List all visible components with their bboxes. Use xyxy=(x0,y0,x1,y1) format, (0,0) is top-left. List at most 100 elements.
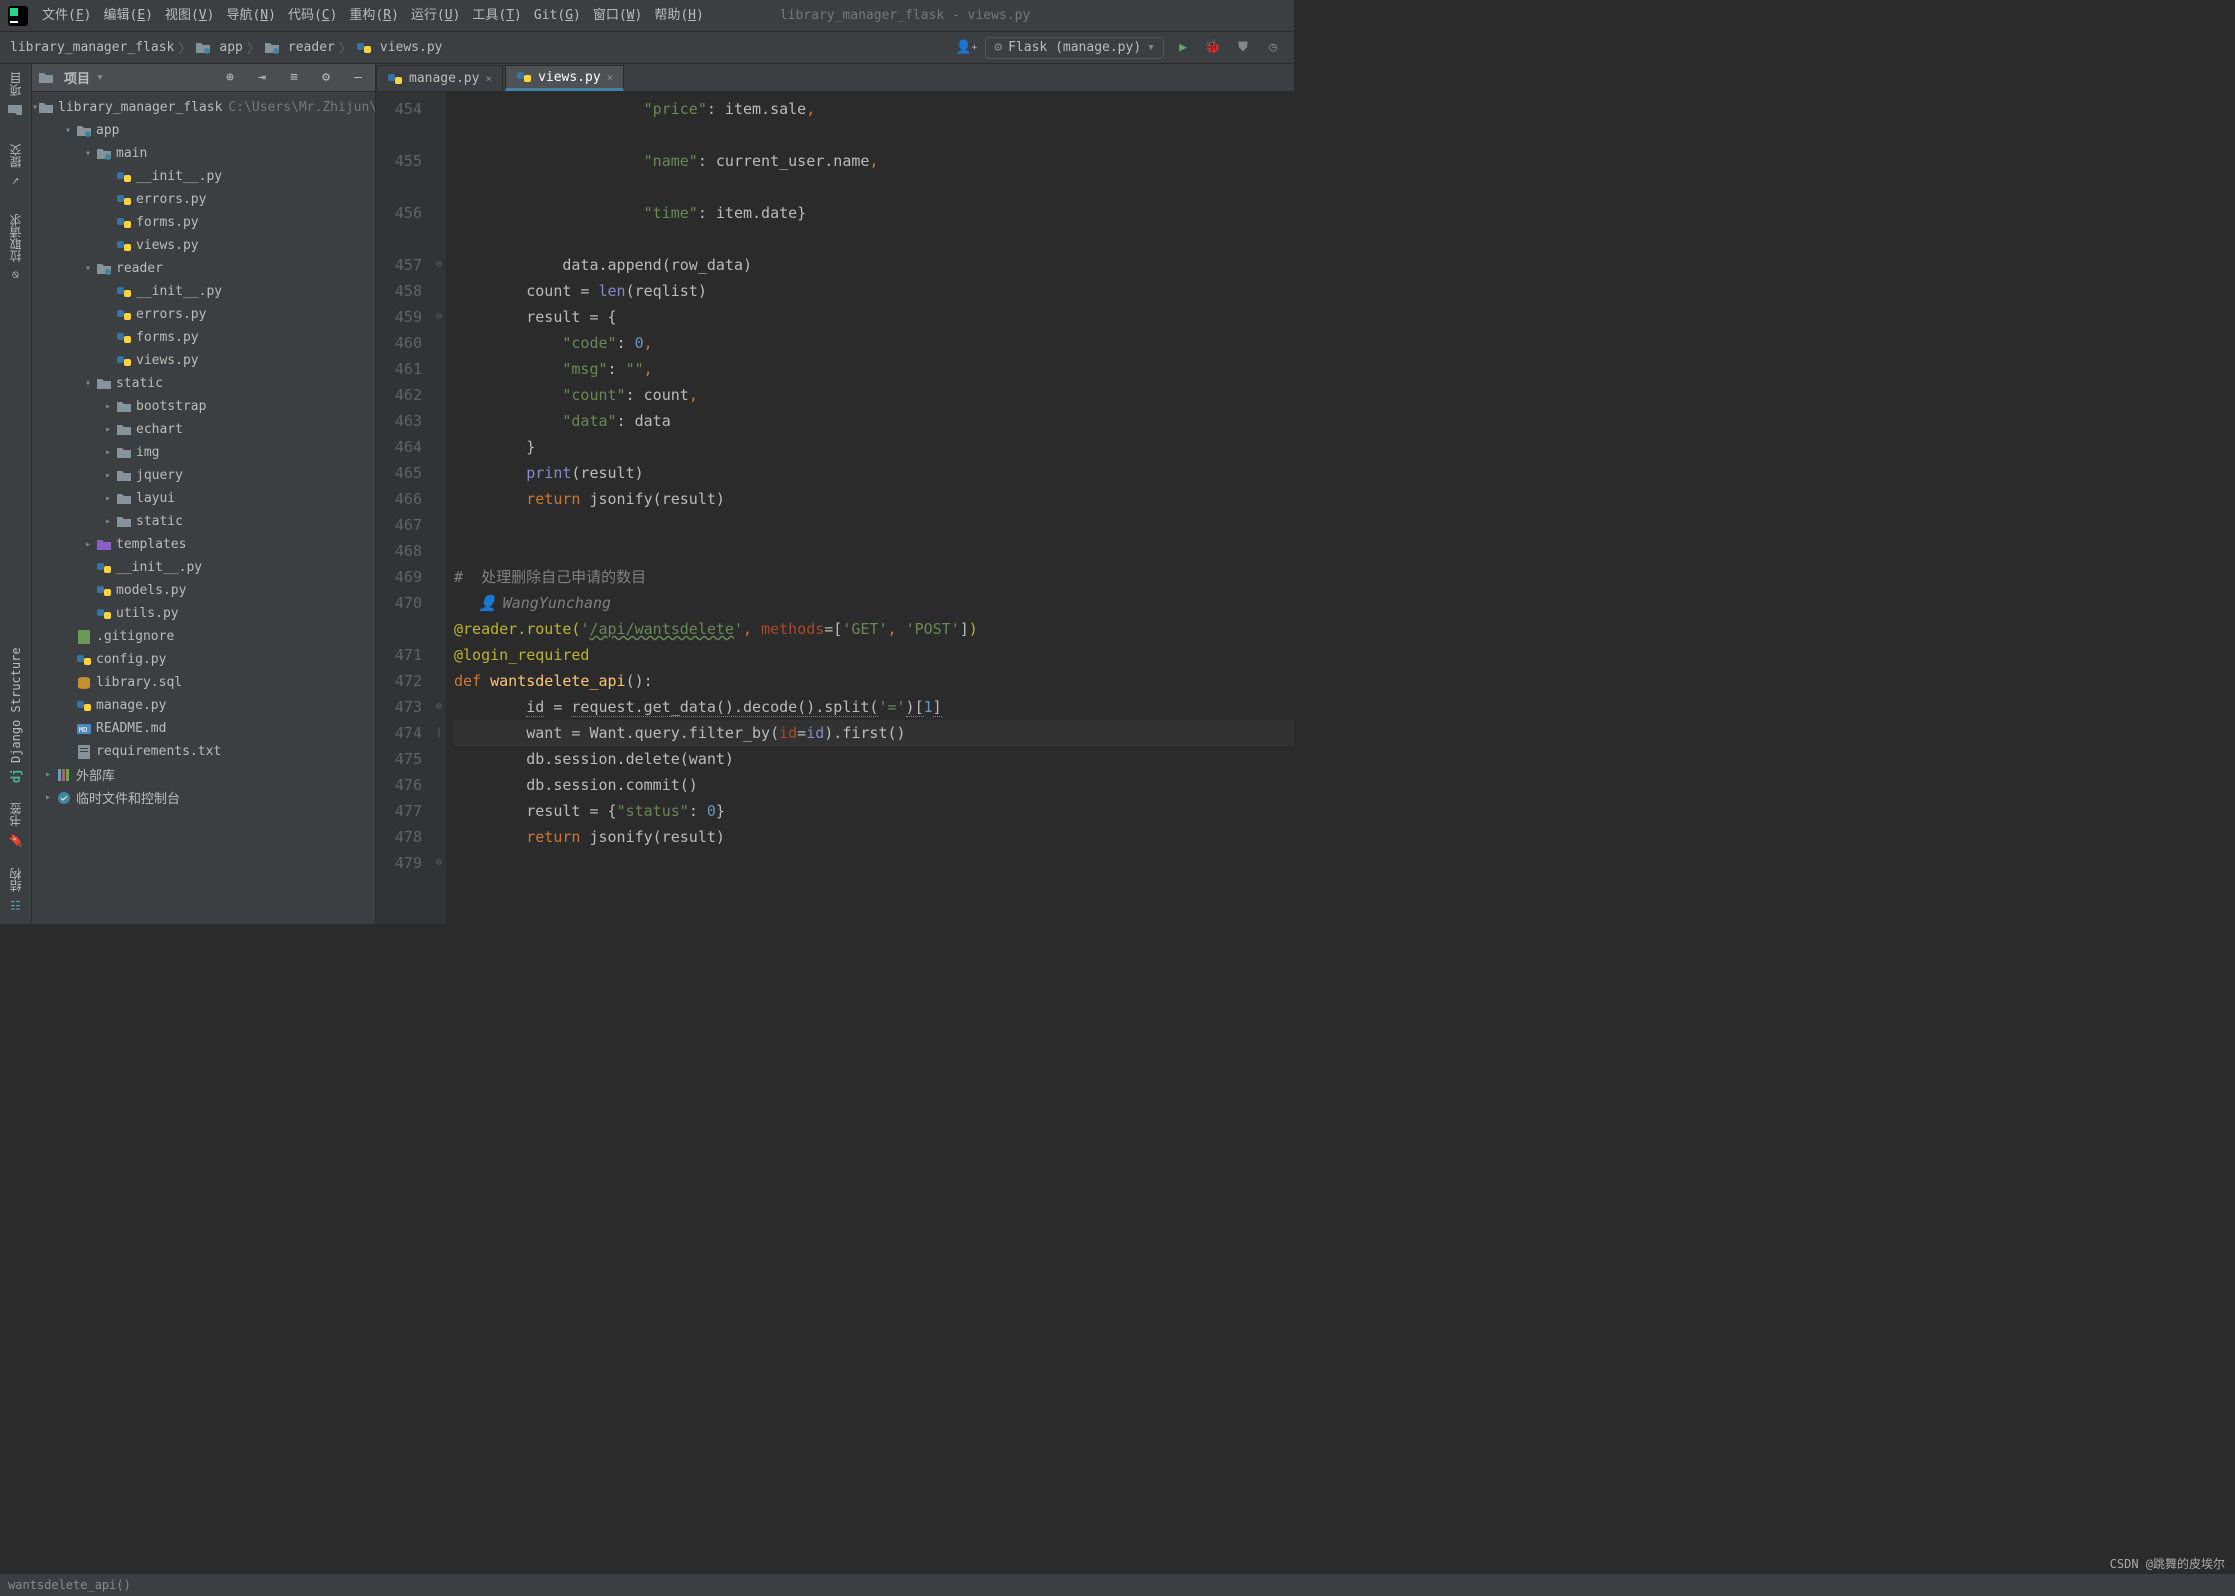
code-line[interactable] xyxy=(454,850,1294,876)
tree-row[interactable]: ▸img xyxy=(32,441,375,464)
tree-row[interactable]: ▾app xyxy=(32,119,375,142)
tree-arrow-icon[interactable]: ▸ xyxy=(40,769,56,780)
tab-manage-py[interactable]: manage.py× xyxy=(376,65,503,91)
code-line[interactable] xyxy=(454,512,1294,538)
code-content[interactable]: "price": item.sale, "name": current_user… xyxy=(446,92,1294,924)
crumb-app[interactable]: app xyxy=(219,40,242,55)
tree-row[interactable]: config.py xyxy=(32,648,375,671)
tree-arrow-icon[interactable]: ▸ xyxy=(80,539,96,550)
code-line[interactable]: return jsonify(result) xyxy=(454,824,1294,850)
fold-marker[interactable]: ⊖ xyxy=(432,694,446,720)
menu-item[interactable]: 重构(R) xyxy=(343,0,404,32)
project-tree[interactable]: ▾library_manager_flaskC:\Users\Mr.Zhijun… xyxy=(32,92,375,924)
fold-marker[interactable] xyxy=(432,824,446,850)
fold-marker[interactable] xyxy=(432,564,446,590)
code-line[interactable] xyxy=(454,226,1294,252)
fold-marker[interactable] xyxy=(432,746,446,772)
tree-row[interactable]: __init__.py xyxy=(32,165,375,188)
pullrequests-toolwindow-button[interactable]: ⎋拉取请求 xyxy=(7,210,24,286)
fold-marker[interactable]: | xyxy=(432,720,446,746)
tree-row[interactable]: ▸bootstrap xyxy=(32,395,375,418)
folding-column[interactable]: ⊖⊖⊖|⊖ xyxy=(432,92,446,924)
tree-arrow-icon[interactable]: ▸ xyxy=(100,401,116,412)
fold-marker[interactable] xyxy=(432,330,446,356)
code-line[interactable] xyxy=(454,174,1294,200)
profile-button[interactable]: ◷ xyxy=(1262,37,1284,59)
fold-marker[interactable] xyxy=(432,96,446,122)
code-line[interactable]: "code": 0, xyxy=(454,330,1294,356)
fold-marker[interactable] xyxy=(432,434,446,460)
tree-row[interactable]: requirements.txt xyxy=(32,740,375,763)
crumb-project[interactable]: library_manager_flask xyxy=(10,40,174,55)
hide-panel-button[interactable]: — xyxy=(347,67,369,89)
tree-row[interactable]: ▾static xyxy=(32,372,375,395)
tree-row[interactable]: views.py xyxy=(32,234,375,257)
fold-marker[interactable]: ⊖ xyxy=(432,850,446,876)
menu-item[interactable]: 运行(U) xyxy=(405,0,466,32)
debug-button[interactable]: 🐞 xyxy=(1202,37,1224,59)
run-button[interactable]: ▶ xyxy=(1172,37,1194,59)
tree-arrow-icon[interactable]: ▸ xyxy=(100,447,116,458)
fold-marker[interactable] xyxy=(432,538,446,564)
tree-row[interactable]: ▸layui xyxy=(32,487,375,510)
tree-row[interactable]: errors.py xyxy=(32,303,375,326)
tree-row[interactable]: ▸jquery xyxy=(32,464,375,487)
tree-arrow-icon[interactable]: ▸ xyxy=(100,493,116,504)
code-line[interactable] xyxy=(454,122,1294,148)
code-line[interactable]: def wantsdelete_api(): xyxy=(454,668,1294,694)
tree-row[interactable]: ▾reader xyxy=(32,257,375,280)
fold-marker[interactable] xyxy=(432,798,446,824)
chevron-down-icon[interactable]: ▾ xyxy=(96,70,104,85)
tree-arrow-icon[interactable]: ▾ xyxy=(80,263,96,274)
fold-marker[interactable] xyxy=(432,460,446,486)
code-line[interactable]: "price": item.sale, xyxy=(454,96,1294,122)
tree-row[interactable]: views.py xyxy=(32,349,375,372)
fold-marker[interactable] xyxy=(432,226,446,252)
run-configuration-select[interactable]: ⚙ Flask (manage.py) ▾ xyxy=(985,37,1164,59)
tree-row[interactable]: ▾library_manager_flaskC:\Users\Mr.Zhijun… xyxy=(32,96,375,119)
bookmarks-toolwindow-button[interactable]: 🔖书签 xyxy=(7,799,24,852)
tree-arrow-icon[interactable]: ▾ xyxy=(80,148,96,159)
crumb-file[interactable]: views.py xyxy=(380,40,443,55)
code-line[interactable]: @reader.route('/api/wantsdelete', method… xyxy=(454,616,1294,642)
tree-arrow-icon[interactable]: ▸ xyxy=(40,792,56,803)
fold-marker[interactable] xyxy=(432,148,446,174)
coverage-button[interactable]: ⛊ xyxy=(1232,37,1254,59)
menu-item[interactable]: 窗口(W) xyxy=(587,0,648,32)
fold-marker[interactable] xyxy=(432,408,446,434)
code-line[interactable]: print(result) xyxy=(454,460,1294,486)
tree-row[interactable]: __init__.py xyxy=(32,280,375,303)
code-line[interactable]: "time": item.date} xyxy=(454,200,1294,226)
tree-row[interactable]: README.md xyxy=(32,717,375,740)
menu-item[interactable]: Git(G) xyxy=(528,0,587,32)
tree-row[interactable]: errors.py xyxy=(32,188,375,211)
crumb-reader[interactable]: reader xyxy=(288,40,335,55)
fold-marker[interactable]: ⊖ xyxy=(432,304,446,330)
tree-arrow-icon[interactable]: ▾ xyxy=(80,378,96,389)
close-icon[interactable]: × xyxy=(607,71,614,84)
tree-row[interactable]: __init__.py xyxy=(32,556,375,579)
tree-row[interactable]: ▸static xyxy=(32,510,375,533)
code-line[interactable]: data.append(row_data) xyxy=(454,252,1294,278)
close-icon[interactable]: × xyxy=(485,72,492,85)
tree-arrow-icon[interactable]: ▸ xyxy=(100,516,116,527)
add-user-icon[interactable]: 👤+ xyxy=(955,37,977,59)
tree-row[interactable]: ▸外部库 xyxy=(32,763,375,786)
fold-marker[interactable] xyxy=(432,772,446,798)
tree-row[interactable]: utils.py xyxy=(32,602,375,625)
fold-marker[interactable] xyxy=(432,174,446,200)
fold-marker[interactable] xyxy=(432,486,446,512)
code-line[interactable]: result = {"status": 0} xyxy=(454,798,1294,824)
tree-arrow-icon[interactable]: ▾ xyxy=(60,125,76,136)
tree-arrow-icon[interactable]: ▸ xyxy=(100,424,116,435)
commit-toolwindow-button[interactable]: ✓提交 xyxy=(7,140,24,192)
fold-marker[interactable] xyxy=(432,382,446,408)
code-line[interactable]: "name": current_user.name, xyxy=(454,148,1294,174)
structure-toolwindow-button[interactable]: ☷结构 xyxy=(7,864,24,916)
fold-marker[interactable]: ⊖ xyxy=(432,252,446,278)
tree-row[interactable]: ▸临时文件和控制台 xyxy=(32,786,375,809)
code-line[interactable]: # 处理删除自己申请的数目 xyxy=(454,564,1294,590)
menu-item[interactable]: 编辑(E) xyxy=(97,0,158,32)
code-line[interactable]: "data": data xyxy=(454,408,1294,434)
fold-marker[interactable] xyxy=(432,200,446,226)
